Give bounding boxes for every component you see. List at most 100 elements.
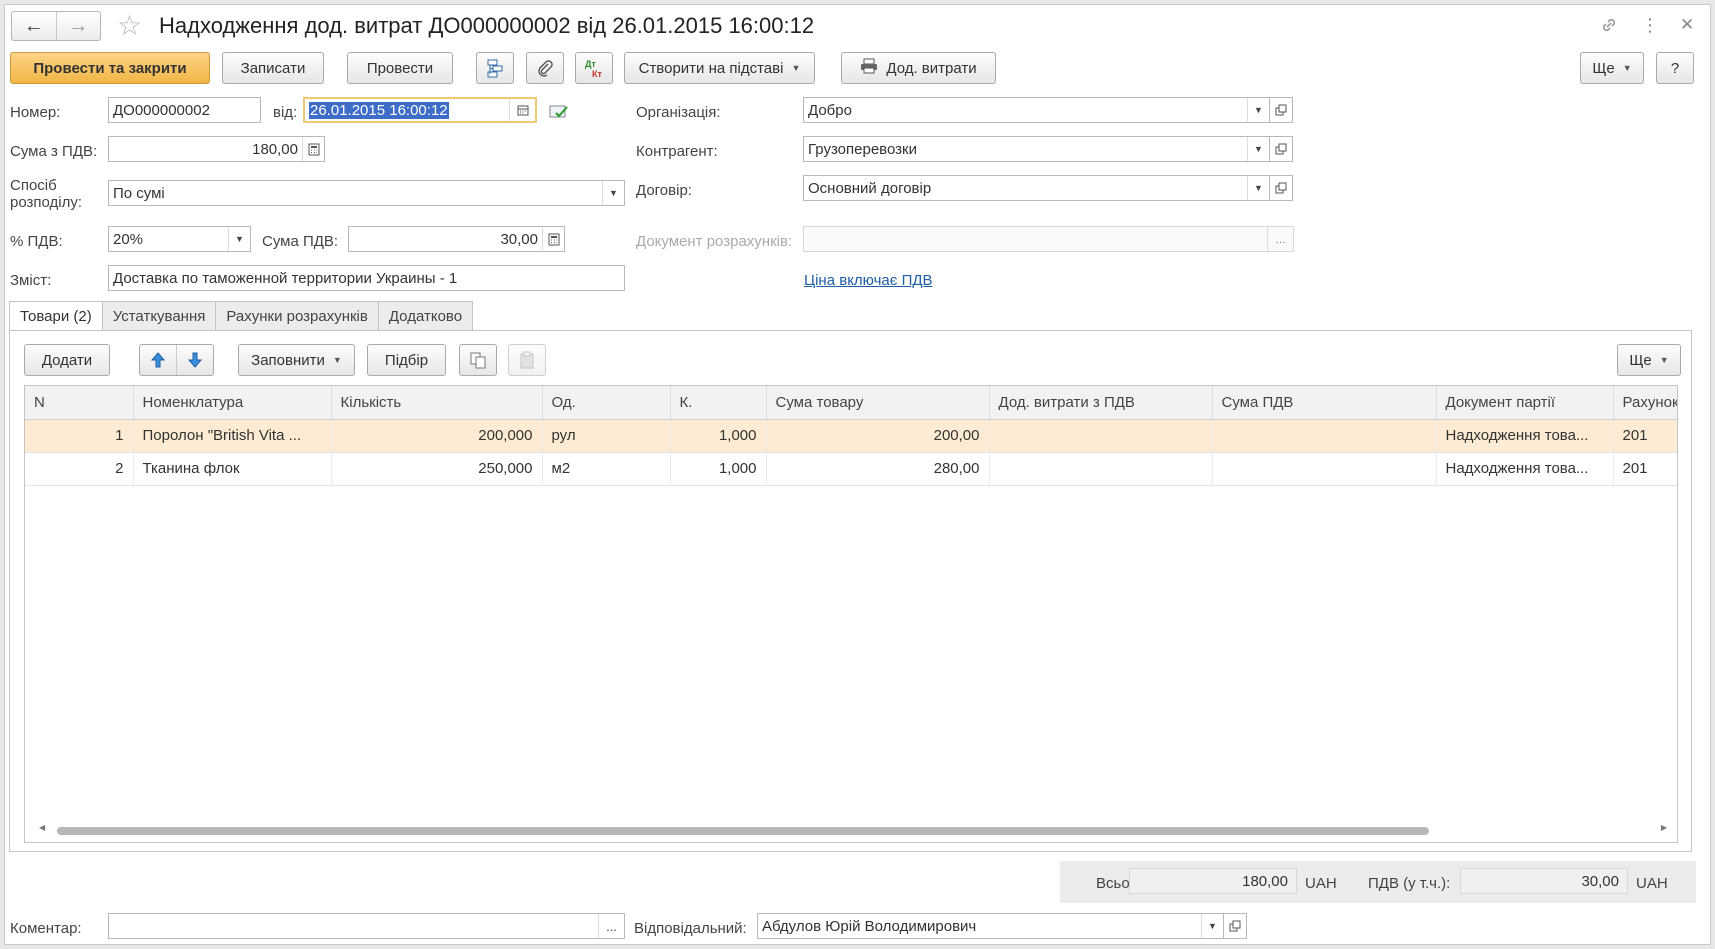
distribution-method-select[interactable]: По сумі ▼: [108, 180, 625, 206]
table-cell[interactable]: 250,000: [331, 452, 543, 486]
structure-icon[interactable]: [476, 52, 514, 84]
column-header[interactable]: Од.: [542, 386, 671, 420]
table-cell[interactable]: [1212, 419, 1437, 453]
pick-button[interactable]: Підбір: [367, 344, 446, 376]
table-cell[interactable]: 1,000: [670, 452, 767, 486]
table-cell[interactable]: [989, 419, 1213, 453]
vat-sum-field[interactable]: 30,00: [348, 226, 565, 252]
tab-equipment[interactable]: Устаткування: [101, 301, 217, 331]
debit-credit-icon[interactable]: Дт Кт: [575, 52, 613, 84]
save-button[interactable]: Записати: [222, 52, 324, 84]
responsible-select[interactable]: Абдулов Юрій Володимирович ▼: [757, 913, 1224, 939]
tab-goods[interactable]: Товари (2): [9, 301, 103, 331]
more-button[interactable]: Ще ▼: [1580, 52, 1644, 84]
distribution-method-value: По сумі: [113, 184, 165, 202]
column-header[interactable]: К.: [670, 386, 767, 420]
settlement-document-field[interactable]: ...: [803, 226, 1294, 252]
create-based-on-button[interactable]: Створити на підставі ▼: [624, 52, 815, 84]
table-cell[interactable]: 200,000: [331, 419, 543, 453]
table-cell[interactable]: Тканина флок: [133, 452, 332, 486]
column-header[interactable]: Дод. витрати з ПДВ: [989, 386, 1213, 420]
close-icon[interactable]: ✕: [1680, 15, 1694, 35]
open-responsible-icon[interactable]: [1223, 913, 1247, 939]
paste-icon[interactable]: [508, 344, 546, 376]
scroll-left-icon[interactable]: ◀: [39, 823, 45, 832]
open-organization-icon[interactable]: [1269, 97, 1293, 123]
add-row-button[interactable]: Додати: [24, 344, 110, 376]
sum-with-vat-field[interactable]: 180,00: [108, 136, 325, 162]
column-header[interactable]: Сума товару: [766, 386, 990, 420]
table-cell[interactable]: [989, 452, 1213, 486]
date-field[interactable]: 26.01.2015 16:00:12: [303, 97, 537, 123]
table-cell[interactable]: 1: [25, 419, 134, 453]
calculator-icon[interactable]: [302, 137, 324, 161]
forward-arrow-icon[interactable]: →: [55, 12, 101, 40]
vat-percent-select[interactable]: 20% ▼: [108, 226, 251, 252]
table-cell[interactable]: 280,00: [766, 452, 990, 486]
chevron-down-icon[interactable]: ▼: [602, 181, 624, 205]
help-button[interactable]: ?: [1656, 52, 1694, 84]
organization-select[interactable]: Добро ▼: [803, 97, 1270, 123]
table-cell[interactable]: 201: [1613, 419, 1677, 453]
column-header[interactable]: N: [25, 386, 134, 420]
open-contractor-icon[interactable]: [1269, 136, 1293, 162]
scrollbar-thumb[interactable]: [57, 827, 1429, 835]
column-header[interactable]: Кількість: [331, 386, 543, 420]
table-row[interactable]: 1 Поролон "British Vita ... 200,000 рул …: [25, 419, 1677, 453]
vat-sum-value: 30,00: [500, 230, 538, 248]
ellipsis-icon[interactable]: ...: [1267, 227, 1293, 251]
calendar-icon[interactable]: [509, 99, 535, 121]
post-and-close-button[interactable]: Провести та закрити: [10, 52, 210, 84]
post-button[interactable]: Провести: [347, 52, 453, 84]
move-buttons: [139, 344, 214, 376]
column-header[interactable]: Рахунок: [1613, 386, 1677, 420]
horizontal-scrollbar[interactable]: ◀ ▶: [33, 823, 1669, 837]
column-header[interactable]: Сума ПДВ: [1212, 386, 1437, 420]
table-cell[interactable]: Надходження това...: [1436, 419, 1614, 453]
table-cell[interactable]: 1,000: [670, 419, 767, 453]
favorite-star-icon[interactable]: ☆: [117, 11, 142, 41]
table-row[interactable]: 2 Тканина флок 250,000 м2 1,000 280,00 Н…: [25, 452, 1677, 486]
scroll-right-icon[interactable]: ▶: [1661, 823, 1667, 832]
column-header[interactable]: Документ партії: [1436, 386, 1614, 420]
goods-table: N Номенклатура Кількість Од. К. Сума тов…: [24, 385, 1678, 843]
open-contract-icon[interactable]: [1269, 175, 1293, 201]
comment-field[interactable]: ...: [108, 913, 625, 939]
contractor-select[interactable]: Грузоперевозки ▼: [803, 136, 1270, 162]
tab-settlement-accounts[interactable]: Рахунки розрахунків: [215, 301, 379, 331]
chevron-down-icon[interactable]: ▼: [228, 227, 250, 251]
chevron-down-icon: ▼: [791, 63, 801, 73]
vat-included-value: 30,00: [1581, 872, 1619, 890]
move-down-icon[interactable]: [177, 352, 213, 368]
table-cell[interactable]: Надходження това...: [1436, 452, 1614, 486]
chevron-down-icon[interactable]: ▼: [1201, 914, 1223, 938]
more-vertical-icon[interactable]: ⋮: [1641, 15, 1659, 36]
contract-select[interactable]: Основний договір ▼: [803, 175, 1270, 201]
table-cell[interactable]: м2: [542, 452, 671, 486]
chevron-down-icon[interactable]: ▼: [1247, 98, 1269, 122]
copy-icon[interactable]: [459, 344, 497, 376]
price-includes-vat-link[interactable]: Ціна включає ПДВ: [804, 272, 933, 289]
link-icon[interactable]: [1599, 15, 1619, 40]
table-cell[interactable]: Поролон "British Vita ...: [133, 419, 332, 453]
back-arrow-icon[interactable]: ←: [12, 12, 56, 40]
chevron-down-icon[interactable]: ▼: [1247, 176, 1269, 200]
content-field[interactable]: Доставка по таможенной территории Украин…: [108, 265, 625, 291]
move-up-icon[interactable]: [140, 345, 177, 375]
print-extra-costs-button[interactable]: Дод. витрати: [841, 52, 996, 84]
table-more-button[interactable]: Ще ▼: [1617, 344, 1681, 376]
number-field[interactable]: ДО000000002: [108, 97, 261, 123]
column-header[interactable]: Номенклатура: [133, 386, 332, 420]
attachment-icon[interactable]: [526, 52, 564, 84]
calculator-icon[interactable]: [542, 227, 564, 251]
table-cell[interactable]: рул: [542, 419, 671, 453]
table-cell[interactable]: 200,00: [766, 419, 990, 453]
ellipsis-icon[interactable]: ...: [598, 914, 624, 938]
table-cell[interactable]: 2: [25, 452, 134, 486]
number-label: Номер:: [10, 104, 61, 121]
chevron-down-icon[interactable]: ▼: [1247, 137, 1269, 161]
table-cell[interactable]: [1212, 452, 1437, 486]
table-cell[interactable]: 201: [1613, 452, 1677, 486]
tab-additional[interactable]: Додатково: [377, 301, 474, 331]
fill-button[interactable]: Заповнити ▼: [238, 344, 355, 376]
